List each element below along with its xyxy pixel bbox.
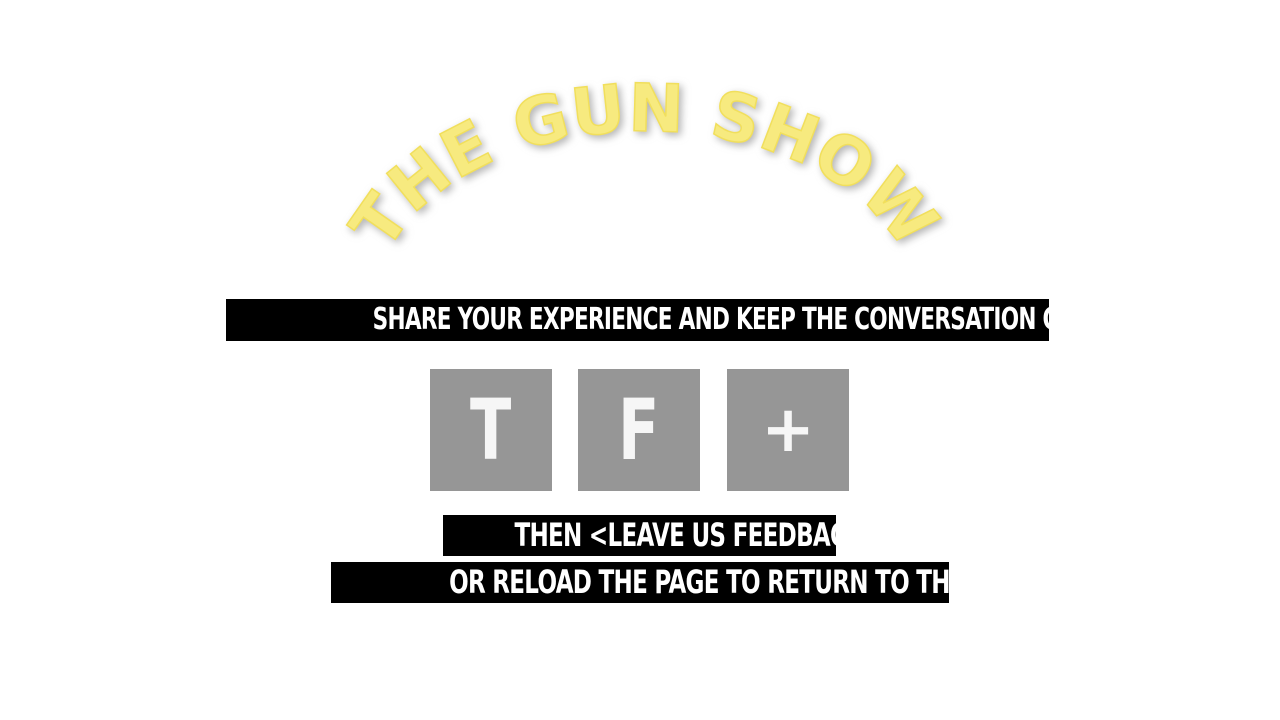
- plus-icon: +: [761, 393, 815, 467]
- end-screen: *THE GUN SHOW* SHARE YOUR EXPERIENCE AND…: [0, 0, 1280, 720]
- reload-line: OR RELOAD THE PAGE TO RETURN TO THE SHOW…: [331, 562, 1057, 603]
- show-logo: *THE GUN SHOW*: [321, 0, 952, 270]
- feedback-line-text: THEN <LEAVE US FEEDBACK>: [514, 515, 883, 556]
- facebook-icon: F: [618, 381, 660, 479]
- facebook-share-button[interactable]: F: [578, 369, 700, 491]
- feedback-line: THEN <LEAVE US FEEDBACK>: [443, 515, 883, 556]
- twitter-icon: T: [470, 381, 512, 479]
- show-logo-textpath: *THE GUN SHOW*: [321, 0, 952, 263]
- then-label: THEN: [514, 516, 589, 554]
- twitter-share-button[interactable]: T: [430, 369, 552, 491]
- show-logo-graphic: *THE GUN SHOW*: [321, 0, 952, 263]
- leave-feedback-link[interactable]: <LEAVE US FEEDBACK>: [589, 516, 883, 554]
- share-prompt-text: SHARE YOUR EXPERIENCE AND KEEP THE CONVE…: [372, 302, 1128, 337]
- more-share-button[interactable]: +: [727, 369, 849, 491]
- show-logo-text: *THE GUN SHOW*: [322, 0, 953, 262]
- reload-line-text: OR RELOAD THE PAGE TO RETURN TO THE SHOW…: [449, 563, 1057, 601]
- share-prompt: SHARE YOUR EXPERIENCE AND KEEP THE CONVE…: [226, 299, 1128, 341]
